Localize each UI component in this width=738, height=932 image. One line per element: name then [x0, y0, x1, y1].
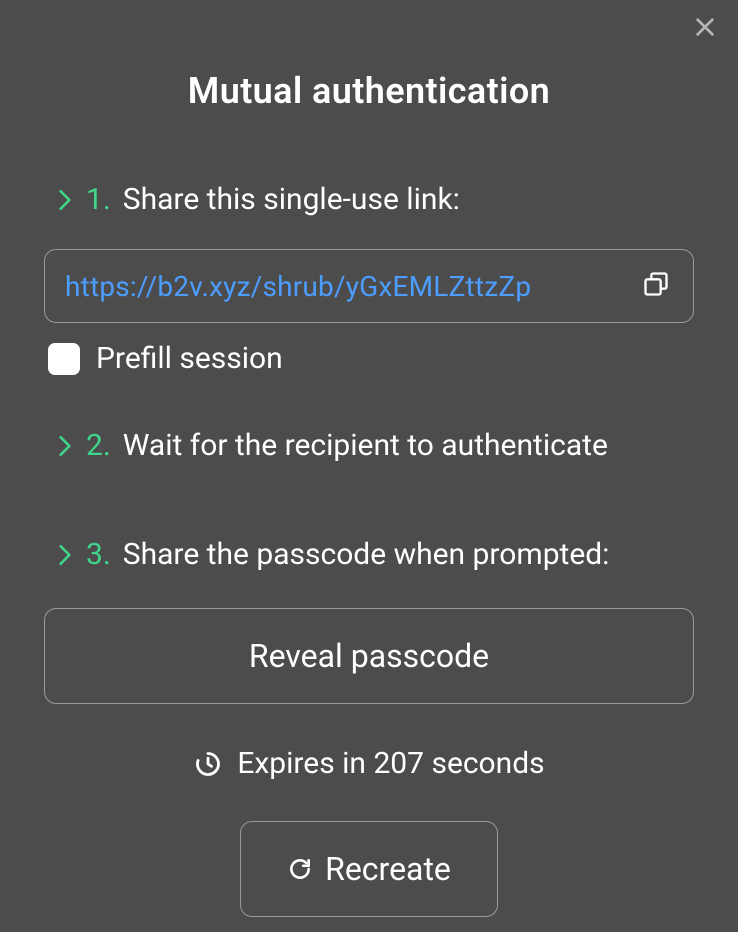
copy-button[interactable]: [639, 269, 673, 303]
chevron-right-icon: [56, 189, 74, 211]
dialog-title: Mutual authentication: [44, 70, 694, 112]
dialog-content: Mutual authentication 1. Share this sing…: [0, 0, 738, 917]
close-icon: [694, 16, 716, 42]
reveal-passcode-label: Reveal passcode: [249, 637, 489, 675]
link-box: https://b2v.xyz/shrub/yGxEMLZttzZp: [44, 249, 694, 323]
recreate-label: Recreate: [325, 850, 451, 888]
prefill-session-label: Prefill session: [96, 341, 283, 376]
chevron-right-icon: [56, 544, 74, 566]
step-3: 3. Share the passcode when prompted:: [56, 535, 694, 574]
recreate-button[interactable]: Recreate: [240, 821, 498, 917]
chevron-right-icon: [56, 435, 74, 457]
step-1: 1. Share this single-use link:: [56, 180, 694, 219]
prefill-session-row: Prefill session: [48, 341, 694, 376]
refresh-icon: [287, 856, 313, 882]
step-2: 2. Wait for the recipient to authenticat…: [56, 426, 694, 465]
step-text: Wait for the recipient to authenticate: [123, 426, 608, 465]
copy-icon: [642, 270, 670, 302]
expires-row: Expires in 207 seconds: [44, 746, 694, 781]
step-number: 1.: [86, 180, 111, 219]
share-link[interactable]: https://b2v.xyz/shrub/yGxEMLZttzZp: [65, 270, 627, 303]
prefill-session-checkbox[interactable]: [48, 343, 80, 375]
expires-text: Expires in 207 seconds: [237, 746, 544, 781]
step-number: 3.: [86, 535, 111, 574]
close-button[interactable]: [690, 14, 720, 44]
reveal-passcode-button[interactable]: Reveal passcode: [44, 608, 694, 704]
step-number: 2.: [86, 426, 111, 465]
timer-icon: [193, 749, 223, 779]
step-text: Share the passcode when prompted:: [123, 535, 610, 574]
step-text: Share this single-use link:: [123, 180, 460, 219]
